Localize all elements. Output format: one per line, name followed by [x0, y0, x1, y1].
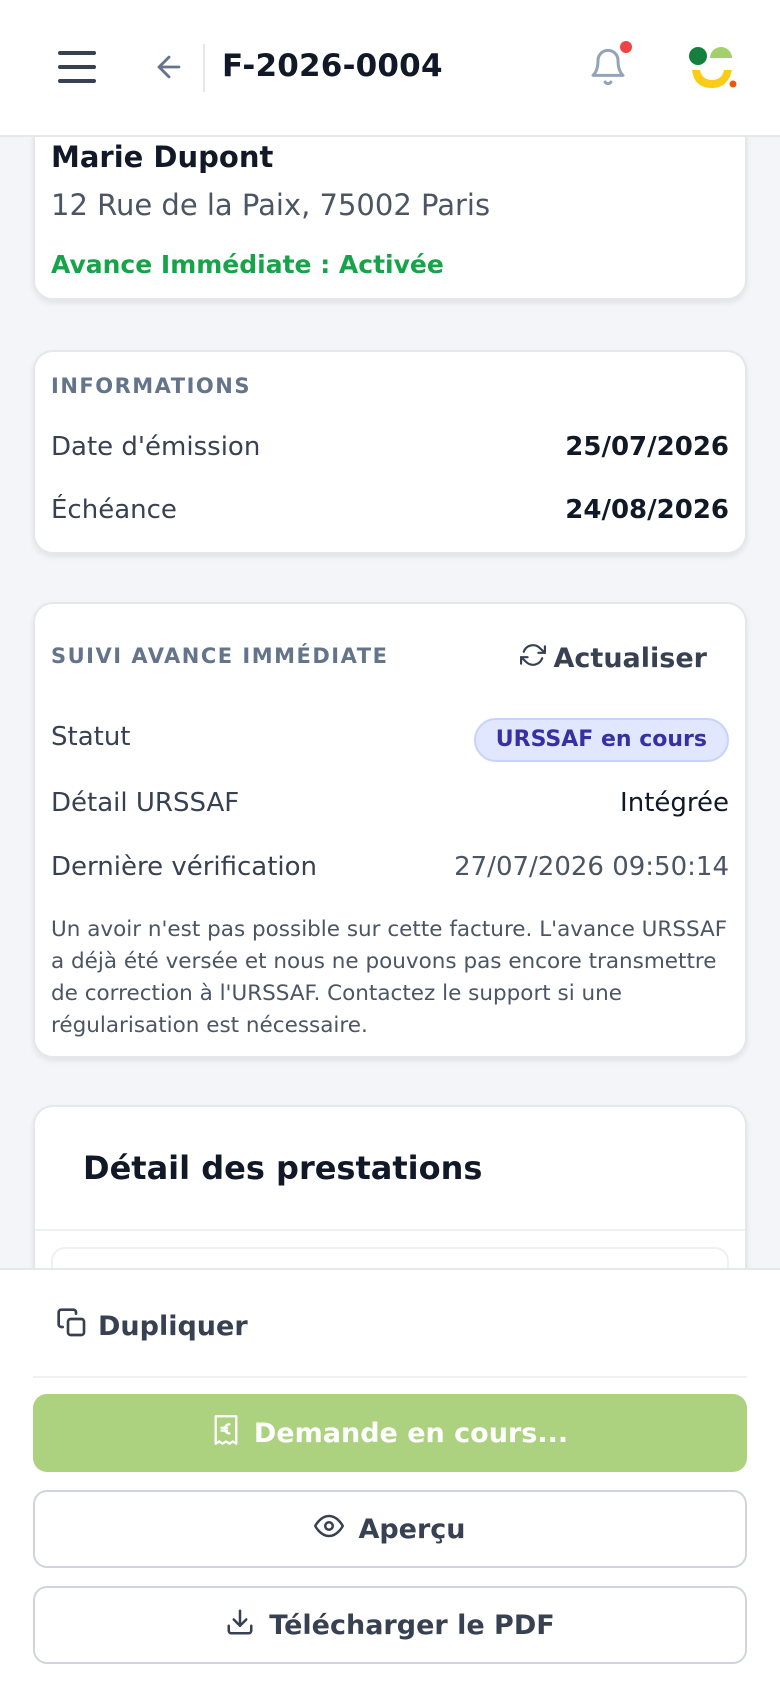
download-icon	[225, 1607, 255, 1644]
divider	[35, 1229, 745, 1231]
eye-icon	[314, 1511, 345, 1548]
client-name: Marie Dupont	[51, 140, 274, 174]
duplicate-label: Dupliquer	[98, 1310, 248, 1342]
due-date-label: Échéance	[51, 495, 177, 525]
suivi-avance-card: SUIVI AVANCE IMMÉDIATE Actualiser Statut…	[33, 602, 747, 1058]
status-badge: URSSAF en cours	[473, 718, 729, 762]
notification-dot	[620, 41, 632, 53]
last-check-value: 27/07/2026 09:50:14	[454, 852, 729, 882]
duplicate-button[interactable]: Dupliquer	[56, 1306, 248, 1346]
issue-date-value: 25/07/2026	[565, 432, 729, 462]
issue-date-label: Date d'émission	[51, 432, 261, 462]
page-title: F-2026-0004	[222, 48, 443, 84]
divider	[33, 1376, 747, 1378]
back-arrow-icon[interactable]	[152, 50, 186, 84]
refresh-icon	[519, 642, 546, 675]
avoir-notice: Un avoir n'est pas possible sur cette fa…	[51, 917, 728, 1038]
refresh-label: Actualiser	[553, 642, 707, 674]
urssaf-detail-label: Détail URSSAF	[51, 788, 240, 818]
client-card: Marie Dupont 12 Rue de la Paix, 75002 Pa…	[33, 110, 747, 300]
app-logo[interactable]	[686, 44, 740, 92]
preview-label: Aperçu	[358, 1513, 466, 1545]
header-divider	[203, 44, 205, 92]
bottom-actions: Dupliquer Demande en cours... Aperçu Tél…	[0, 1268, 780, 1688]
copy-icon	[56, 1307, 88, 1346]
download-label: Télécharger le PDF	[269, 1609, 555, 1641]
refresh-button[interactable]: Actualiser	[519, 640, 707, 676]
demande-label: Demande en cours...	[253, 1417, 569, 1449]
status-label: Statut	[51, 722, 131, 752]
download-pdf-button[interactable]: Télécharger le PDF	[33, 1586, 747, 1664]
prestations-title: Détail des prestations	[83, 1149, 483, 1187]
top-bar: F-2026-0004	[0, 0, 780, 137]
due-date-value: 24/08/2026	[565, 495, 729, 525]
euro-receipt-icon	[212, 1414, 240, 1453]
last-check-label: Dernière vérification	[51, 852, 318, 882]
menu-icon[interactable]	[58, 48, 100, 86]
client-address: 12 Rue de la Paix, 75002 Paris	[51, 188, 491, 222]
demande-button[interactable]: Demande en cours...	[33, 1394, 747, 1472]
informations-title: INFORMATIONS	[51, 374, 251, 398]
preview-button[interactable]: Aperçu	[33, 1490, 747, 1568]
informations-card: INFORMATIONS Date d'émission 25/07/2026 …	[33, 350, 747, 554]
urssaf-detail-value: Intégrée	[620, 788, 729, 818]
suivi-title: SUIVI AVANCE IMMÉDIATE	[51, 644, 389, 668]
avance-immediate-status: Avance Immédiate : Activée	[51, 250, 444, 279]
